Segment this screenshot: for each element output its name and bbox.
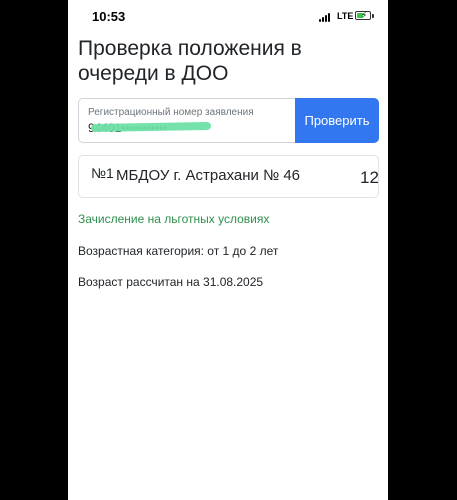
charging-icon: ⚡ <box>361 10 368 20</box>
queue-position: 12 <box>360 168 379 187</box>
age-calculated-text: Возраст рассчитан на 31.08.2025 <box>78 275 264 289</box>
page-title: Проверка положения в очереди в ДОО <box>78 37 302 85</box>
registration-number-label: Регистрационный номер заявления <box>88 107 254 118</box>
result-number: №1 <box>91 165 114 181</box>
redaction-mark <box>90 121 212 133</box>
network-label: LTE <box>337 11 354 21</box>
check-button[interactable]: Проверить <box>295 98 379 143</box>
status-time: 10:53 <box>92 9 126 24</box>
battery-icon: ⚡ <box>355 10 371 20</box>
age-category-text: Возрастная категория: от 1 до 2 лет <box>78 244 279 258</box>
registration-number-field[interactable]: Регистрационный номер заявления 94401•••… <box>78 98 296 143</box>
phone-screen: 10:53 LTE ⚡ Проверка положения в очереди… <box>68 0 388 500</box>
battery-tip <box>372 14 374 18</box>
priority-enrollment-link[interactable]: Зачисление на льготных условиях <box>78 212 269 226</box>
result-organization: МБДОУ г. Астрахани № 46 <box>116 167 301 184</box>
signal-icon <box>319 12 333 22</box>
search-form: Регистрационный номер заявления 94401•••… <box>78 98 379 143</box>
result-card[interactable]: №1 МБДОУ г. Астрахани № 46 12 <box>78 155 379 198</box>
status-bar: 10:53 LTE ⚡ <box>68 0 388 32</box>
